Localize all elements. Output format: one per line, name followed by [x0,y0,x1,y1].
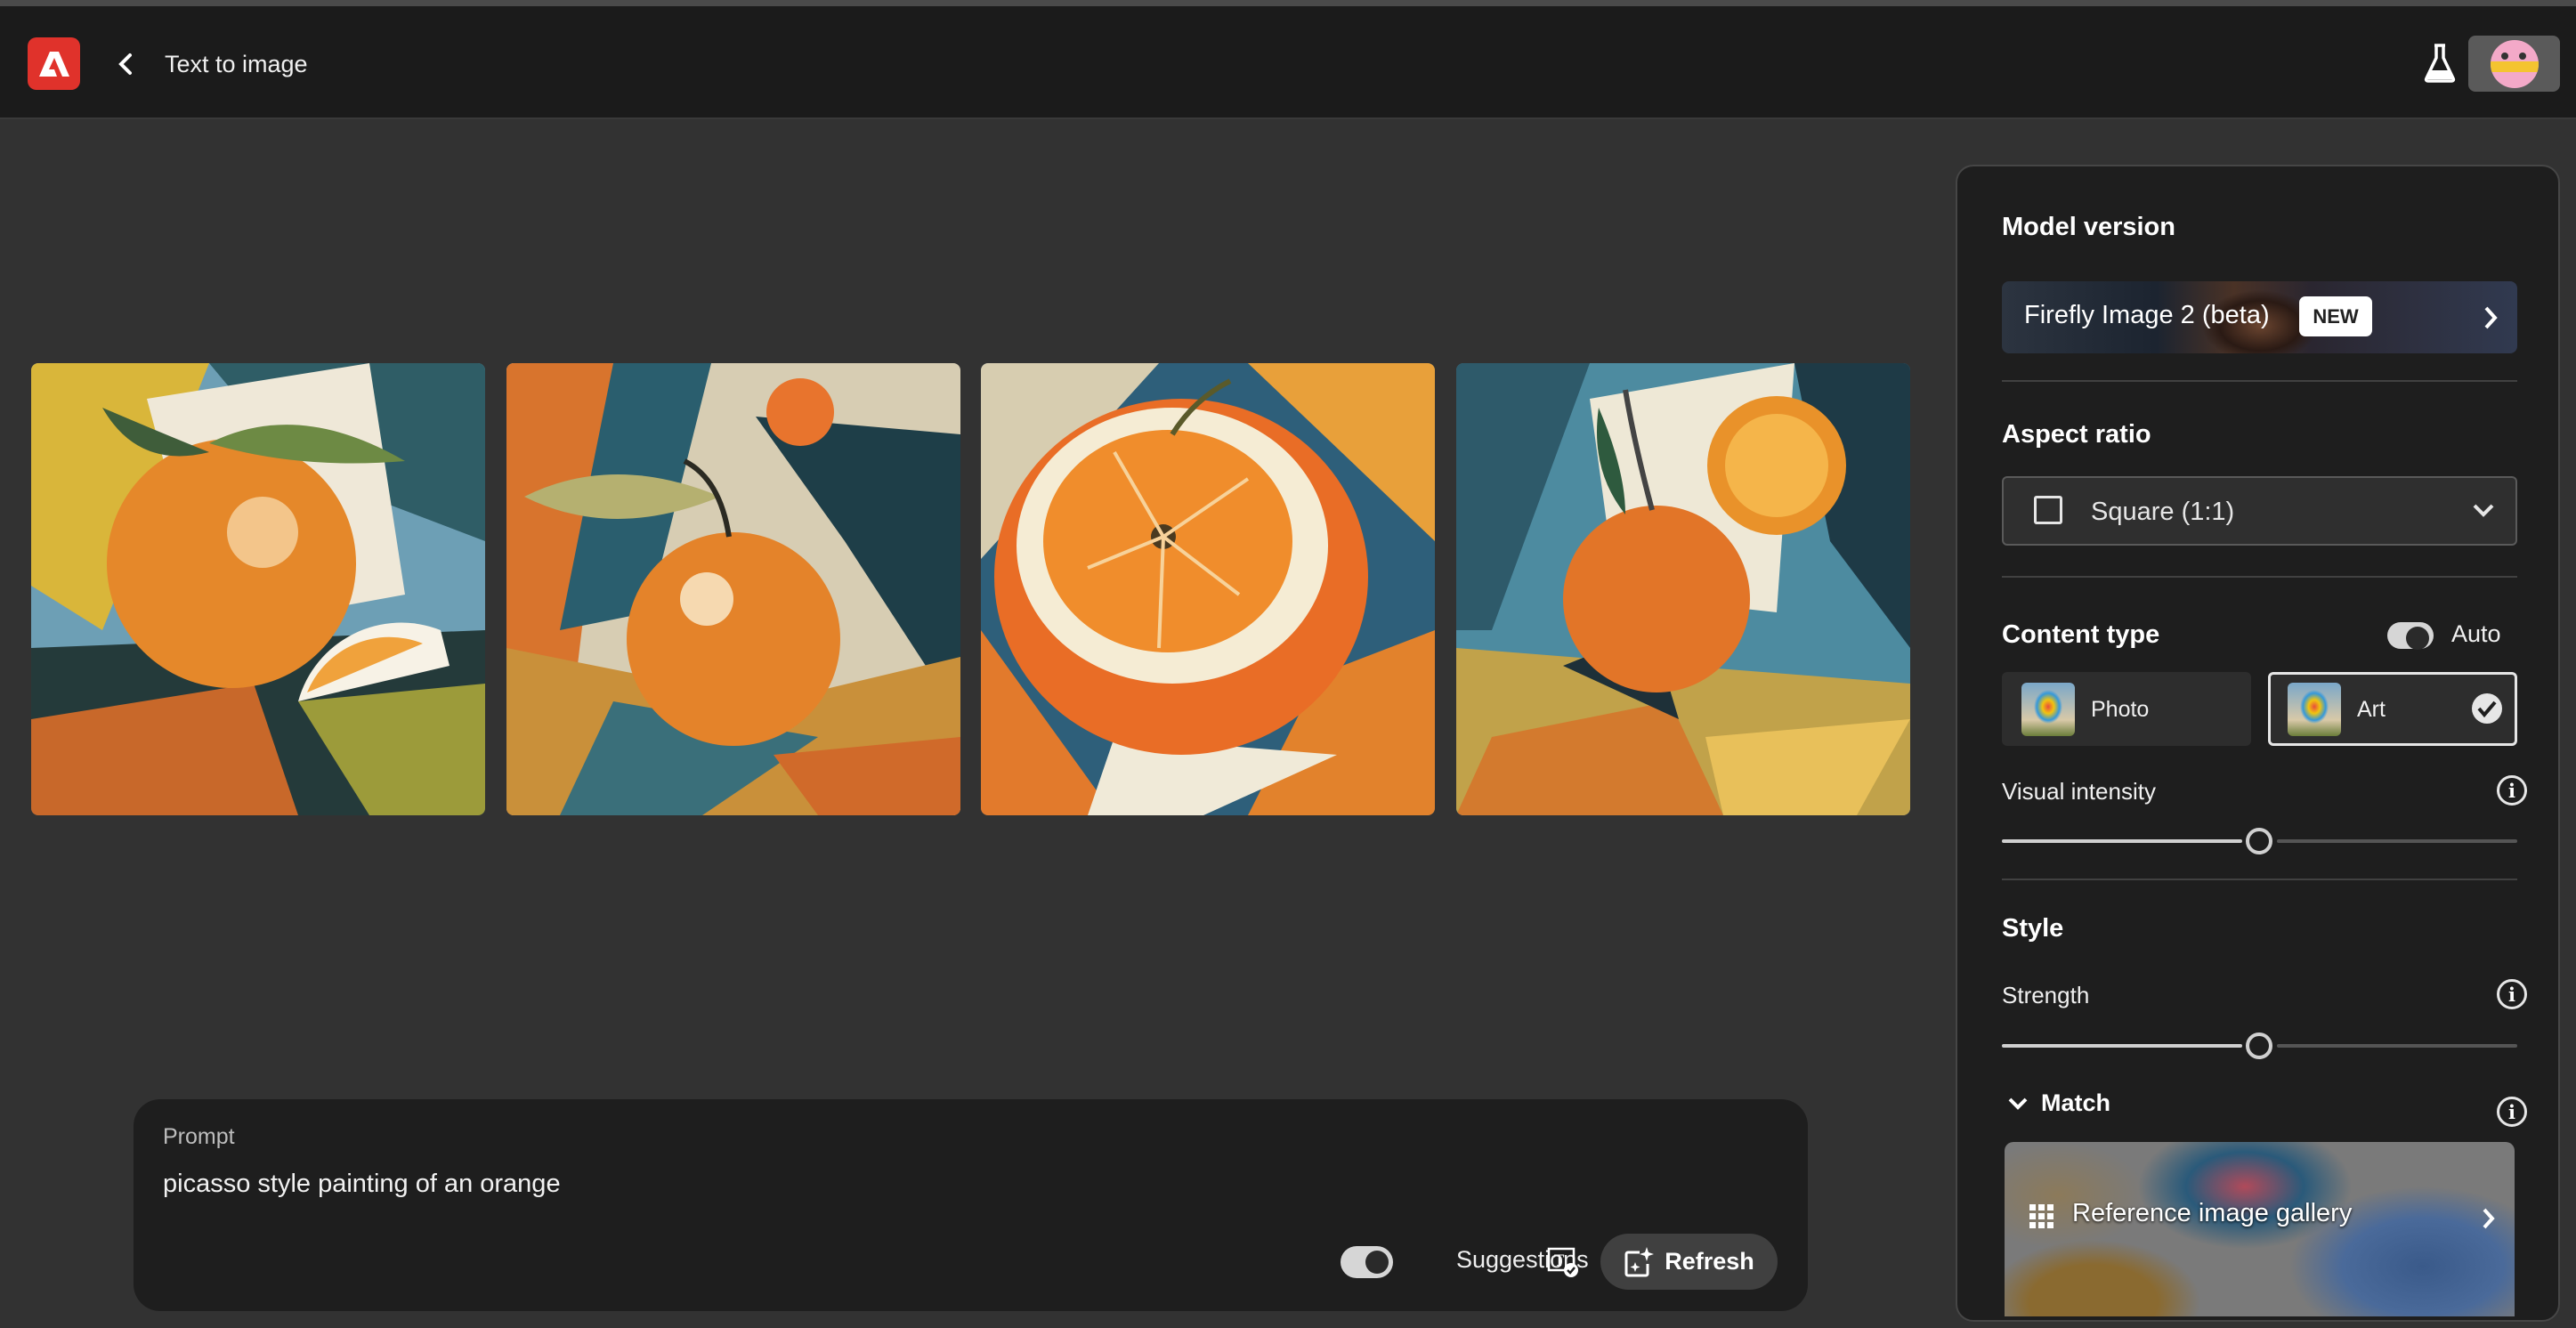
chevron-down-icon[interactable] [2007,1096,2029,1112]
chevron-down-icon [2473,504,2494,517]
adobe-logo[interactable] [28,37,80,90]
art-label: Art [2357,697,2386,722]
slider-thumb[interactable] [2246,1032,2272,1059]
divider [2002,879,2517,880]
style-heading: Style [2002,914,2064,943]
window-top-border [0,0,2576,6]
suggestions-toggle[interactable] [1341,1246,1393,1278]
auto-label: Auto [2451,620,2501,647]
content-type-heading: Content type [2002,620,2160,649]
chevron-right-icon [2483,1208,2495,1229]
refresh-button[interactable]: Refresh [1600,1234,1778,1290]
svg-text:T: T [1554,1252,1565,1270]
model-version-selector[interactable]: Firefly Image 2 (beta) NEW [2002,281,2517,353]
aspect-ratio-dropdown[interactable]: Square (1:1) [2002,476,2517,546]
generated-image-4[interactable] [1456,363,1910,815]
info-icon[interactable]: i [2497,775,2527,806]
refresh-label: Refresh [1665,1248,1754,1275]
prompt-label: Prompt [163,1124,235,1149]
content-type-photo[interactable]: Photo [2002,672,2251,746]
user-avatar[interactable] [2468,36,2560,92]
grid-icon [2029,1204,2054,1228]
checkmark-circle-icon [2472,693,2502,724]
aspect-ratio-value: Square (1:1) [2091,498,2235,526]
visual-intensity-slider[interactable] [2002,828,2517,854]
chevron-left-icon[interactable] [112,48,139,80]
reference-image-gallery[interactable]: Reference image gallery [2005,1142,2515,1316]
generated-image-3[interactable] [981,363,1435,815]
model-version-heading: Model version [2002,213,2175,241]
gallery-label: Reference image gallery [2072,1199,2353,1227]
info-icon[interactable]: i [2497,1097,2527,1127]
sparkle-refresh-icon [1624,1246,1655,1276]
flask-icon[interactable] [2423,43,2457,84]
art-thumbnail [2288,683,2341,736]
settings-panel: Model version Firefly Image 2 (beta) NEW… [1956,165,2560,1322]
generated-image-1[interactable] [31,363,485,815]
photo-label: Photo [2091,697,2150,722]
visual-intensity-label: Visual intensity [2002,778,2156,805]
auto-toggle[interactable] [2387,622,2434,650]
match-heading[interactable]: Match [2041,1089,2110,1117]
divider [2002,576,2517,578]
prompt-box: Prompt picasso style painting of an oran… [134,1099,1808,1311]
model-version-value: Firefly Image 2 (beta) [2024,301,2270,329]
strength-slider[interactable] [2002,1032,2517,1059]
page-title: Text to image [165,51,308,77]
chevron-right-icon [2484,306,2498,329]
square-icon [2034,496,2062,524]
divider [2002,380,2517,382]
new-badge: NEW [2299,296,2372,336]
content-type-art[interactable]: Art [2268,672,2517,746]
top-bar: Text to image [0,6,2576,119]
aspect-ratio-heading: Aspect ratio [2002,420,2151,449]
prompt-input[interactable]: picasso style painting of an orange [163,1170,561,1199]
generated-image-2[interactable] [506,363,960,815]
slider-thumb[interactable] [2246,828,2272,854]
text-check-icon[interactable]: T [1547,1246,1579,1278]
photo-thumbnail [2021,683,2075,736]
strength-label: Strength [2002,982,2090,1008]
info-icon[interactable]: i [2497,979,2527,1009]
